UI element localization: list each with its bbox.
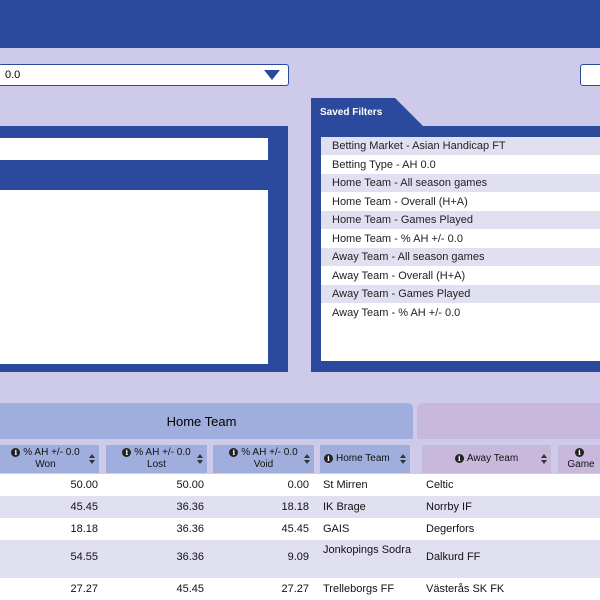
home-team-group-header: Home Team (0, 403, 413, 439)
saved-filter-item[interactable]: Home Team - All season games (321, 174, 600, 193)
lost-cell: 36.36 (176, 501, 204, 513)
lost-cell: 50.00 (176, 479, 204, 491)
info-icon[interactable]: i (575, 447, 584, 457)
saved-filters-panel: Betting Market - Asian Handicap FT Bettin… (311, 126, 600, 372)
info-icon[interactable]: i (324, 453, 333, 463)
saved-filter-item[interactable]: Away Team - Games Played (321, 285, 600, 304)
table-row[interactable]: 18.18 36.36 45.45 GAIS Degerfors (0, 518, 600, 540)
saved-filters-tab-edge (395, 98, 423, 126)
table-row[interactable]: 54.55 36.36 9.09 Jonkopings Sodra Dalkurd FF (0, 540, 600, 578)
lost-cell: 36.36 (176, 523, 204, 535)
info-icon[interactable]: i (229, 447, 239, 457)
info-icon[interactable]: i (454, 453, 464, 463)
lost-cell: 36.36 (176, 551, 204, 563)
info-icon[interactable]: i (122, 447, 132, 457)
void-cell: 9.09 (287, 551, 309, 563)
table-row[interactable]: 50.00 50.00 0.00 St Mirren Celtic (0, 474, 600, 496)
filter-list-area[interactable] (0, 190, 268, 364)
home-team-cell: Jonkopings Sodra (323, 544, 412, 556)
saved-filter-item[interactable]: Away Team - All season games (321, 248, 600, 267)
won-cell: 27.27 (70, 583, 98, 595)
lost-cell: 45.45 (176, 583, 204, 595)
won-cell: 50.00 (70, 479, 98, 491)
won-column-header[interactable]: i% AH +/- 0.0 Won (0, 445, 99, 473)
results-table: 50.00 50.00 0.00 St Mirren Celtic 45.45 36.36 1… (0, 474, 600, 600)
betting-type-select-value: 0.0 (5, 69, 21, 81)
away-team-cell: Degerfors (426, 523, 475, 535)
games-column-header[interactable]: iGame (558, 445, 600, 473)
table-row[interactable]: 45.45 36.36 18.18 IK Brage Norrby IF (0, 496, 600, 518)
info-icon[interactable]: i (11, 447, 21, 457)
betting-type-select[interactable]: 0.0 (0, 64, 289, 86)
home-team-cell: Trelleborgs FF (323, 583, 395, 595)
void-cell: 0.00 (287, 479, 309, 491)
home-team-column-header[interactable]: i Home Team (320, 445, 410, 473)
saved-filter-item[interactable]: Home Team - Overall (H+A) (321, 193, 600, 211)
secondary-select[interactable] (580, 64, 600, 86)
home-team-cell: St Mirren (323, 479, 368, 491)
top-navigation-bar (0, 0, 600, 48)
caret-down-icon[interactable] (264, 70, 280, 80)
table-row[interactable]: 27.27 45.45 27.27 Trelleborgs FF Västerås SK… (0, 578, 600, 600)
saved-filter-item[interactable]: Away Team - % AH +/- 0.0 (321, 304, 600, 322)
won-cell: 45.45 (70, 501, 98, 513)
filter-name-input[interactable] (0, 138, 268, 160)
away-team-cell: Dalkurd FF (426, 551, 481, 563)
won-cell: 18.18 (70, 523, 98, 535)
void-column-header[interactable]: i% AH +/- 0.0 Void (213, 445, 314, 473)
sort-arrows-icon[interactable] (89, 454, 95, 465)
home-team-cell: GAIS (323, 523, 350, 535)
saved-filters-tab[interactable]: Saved Filters (311, 98, 395, 126)
saved-filter-item[interactable]: Betting Market - Asian Handicap FT (321, 137, 600, 156)
sort-arrows-icon[interactable] (541, 454, 547, 465)
saved-filter-item[interactable]: Home Team - Games Played (321, 211, 600, 230)
filter-panel (0, 126, 288, 372)
away-team-group-header (417, 403, 600, 439)
saved-filter-item[interactable]: Betting Type - AH 0.0 (321, 156, 600, 174)
saved-filter-item[interactable]: Away Team - Overall (H+A) (321, 267, 600, 285)
away-team-cell: Celtic (426, 479, 454, 491)
sort-arrows-icon[interactable] (400, 454, 406, 465)
sort-arrows-icon[interactable] (304, 454, 310, 465)
saved-filters-list: Betting Market - Asian Handicap FT Bettin… (321, 137, 600, 361)
void-cell: 27.27 (281, 583, 309, 595)
lost-column-header[interactable]: i% AH +/- 0.0 Lost (106, 445, 207, 473)
sort-arrows-icon[interactable] (197, 454, 203, 465)
saved-filter-item[interactable]: Home Team - % AH +/- 0.0 (321, 230, 600, 248)
away-team-cell: Norrby IF (426, 501, 472, 513)
home-team-cell: IK Brage (323, 501, 366, 513)
away-team-cell: Västerås SK FK (426, 583, 505, 595)
won-cell: 54.55 (70, 551, 98, 563)
void-cell: 18.18 (281, 501, 309, 513)
away-team-column-header[interactable]: i Away Team (422, 445, 551, 473)
void-cell: 45.45 (281, 523, 309, 535)
